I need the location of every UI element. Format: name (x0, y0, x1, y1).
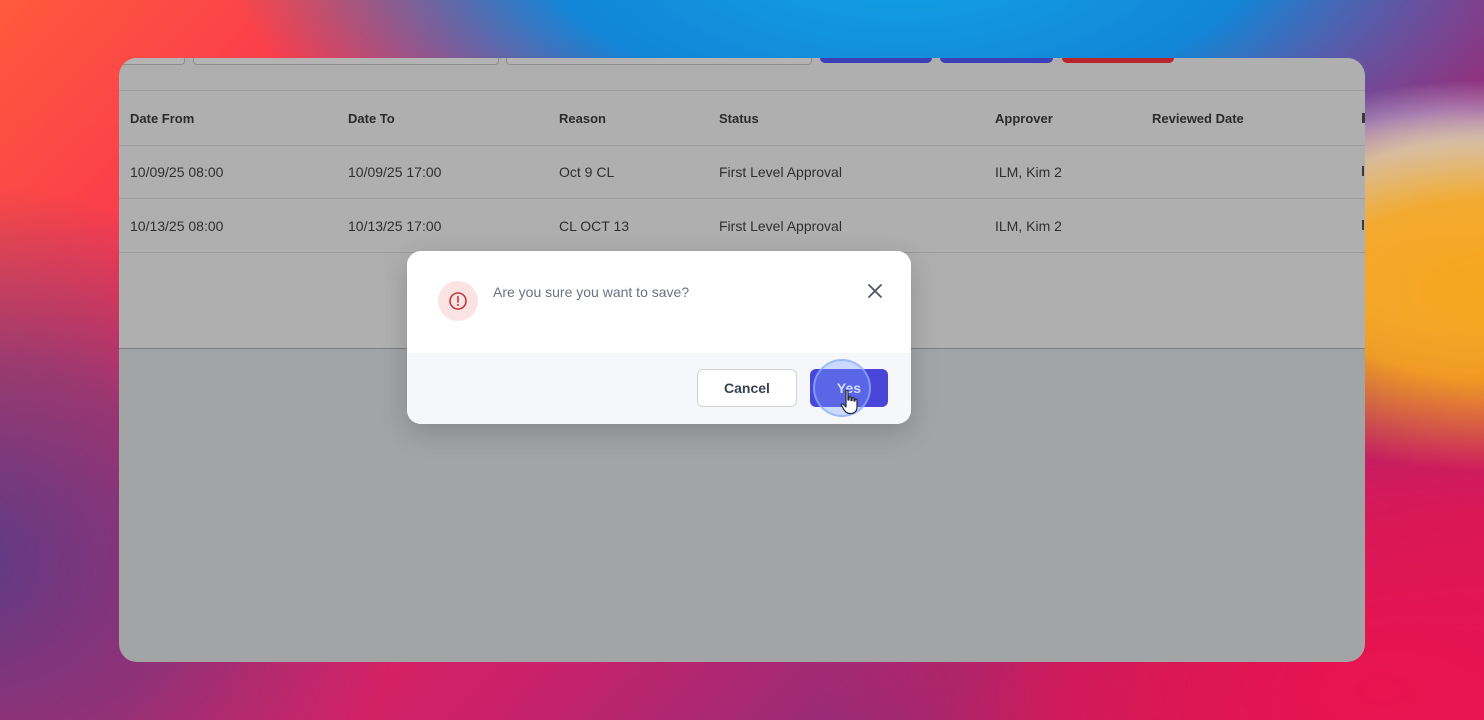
cell-status: First Level Approval (719, 217, 842, 234)
table-header: Date From Date To Reason Status Approver… (119, 90, 1365, 146)
column-header-reason[interactable]: Reason (559, 91, 606, 145)
toolbar-date-input-from[interactable] (193, 58, 499, 65)
cell-date-to: 10/09/25 17:00 (348, 163, 442, 180)
cell-approver: ILM, Kim 2 (995, 163, 1062, 180)
toolbar-primary-button-1[interactable] (820, 58, 932, 63)
dialog-body: Are you sure you want to save? (407, 251, 911, 353)
close-icon[interactable] (864, 280, 886, 302)
column-header-date-from[interactable]: Date From (130, 91, 194, 145)
column-header-reviewed-date[interactable]: Reviewed Date (1152, 91, 1244, 145)
dialog-footer: Cancel Yes (407, 353, 911, 424)
confirm-save-dialog: Are you sure you want to save? Cancel Ye… (407, 251, 911, 424)
table-row[interactable]: 10/09/25 08:00 10/09/25 17:00 Oct 9 CL F… (119, 145, 1365, 199)
cell-date-from: 10/09/25 08:00 (130, 163, 224, 180)
column-header-status[interactable]: Status (719, 91, 759, 145)
dialog-message: Are you sure you want to save? (493, 284, 690, 300)
cancel-button[interactable]: Cancel (697, 369, 797, 407)
cell-reason: CL OCT 13 (559, 217, 630, 234)
toolbar-primary-button-2[interactable] (940, 58, 1053, 63)
cell-reason: Oct 9 CL (559, 163, 615, 180)
column-header-approver[interactable]: Approver (995, 91, 1053, 145)
cell-truncated (1362, 166, 1364, 176)
alert-circle-icon (438, 281, 478, 321)
table-row[interactable]: 10/13/25 08:00 10/13/25 17:00 CL OCT 13 … (119, 199, 1365, 253)
cell-date-to: 10/13/25 17:00 (348, 217, 442, 234)
column-header-truncated (1362, 113, 1365, 123)
toolbar-danger-button[interactable] (1062, 58, 1174, 63)
yes-button[interactable]: Yes (810, 369, 888, 407)
cell-status: First Level Approval (719, 163, 842, 180)
toolbar-select[interactable] (119, 58, 185, 65)
cell-date-from: 10/13/25 08:00 (130, 217, 224, 234)
column-header-date-to[interactable]: Date To (348, 91, 395, 145)
cell-truncated (1362, 220, 1364, 230)
cell-approver: ILM, Kim 2 (995, 217, 1062, 234)
toolbar-date-input-to[interactable] (506, 58, 812, 65)
